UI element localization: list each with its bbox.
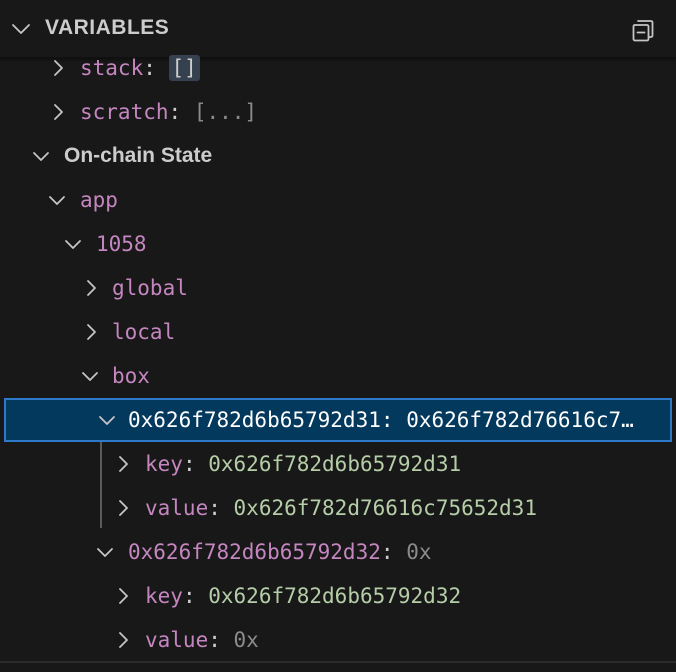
tree-item-scratch[interactable]: scratch: [...]	[0, 90, 676, 134]
variable-name: app	[80, 188, 118, 212]
tree-item-stack[interactable]: stack: []	[0, 46, 676, 90]
tree-item-app[interactable]: app	[0, 178, 676, 222]
colon: :	[208, 496, 221, 520]
variable-name: box	[112, 364, 150, 388]
variable-value: [...]	[193, 100, 258, 124]
collapse-all-icon[interactable]	[630, 17, 656, 43]
tree-item-onchain-state[interactable]: On-chain State	[0, 134, 676, 178]
colon: :	[380, 408, 394, 432]
chevron-down-icon[interactable]	[10, 18, 32, 40]
chevron-right-icon[interactable]	[80, 277, 102, 299]
variable-name: scratch	[80, 100, 169, 124]
tree-item-label: key: 0x626f782d6b65792d32	[145, 583, 461, 609]
tree-item-label: key: 0x626f782d6b65792d31	[145, 451, 461, 477]
chevron-right-icon[interactable]	[80, 321, 102, 343]
variable-name: value	[145, 496, 209, 520]
variable-value: 0x626f782d6b65792d32	[208, 584, 462, 608]
box-key-name: 0x626f782d6b65792d31	[128, 408, 381, 432]
tree-item-local[interactable]: local	[0, 310, 676, 354]
tree-item-box1-key[interactable]: key: 0x626f782d6b65792d31	[0, 442, 676, 486]
variable-name: stack	[80, 56, 144, 80]
variable-name: value	[145, 628, 209, 652]
tree-item-box-entry-2[interactable]: 0x626f782d6b65792d32: 0x	[0, 530, 676, 574]
chevron-right-icon[interactable]	[112, 497, 134, 519]
chevron-right-icon[interactable]	[47, 57, 69, 79]
chevron-down-icon[interactable]	[94, 541, 116, 563]
variable-name: 1058	[96, 232, 147, 256]
tree-item-box1-value[interactable]: value: 0x626f782d76616c75652d31	[0, 486, 676, 530]
tree-item-label: value: 0x626f782d76616c75652d31	[145, 495, 537, 521]
colon: :	[168, 100, 182, 124]
variable-value: 0x626f782d76616c75652d31	[233, 496, 537, 520]
panel-divider	[0, 661, 676, 663]
variable-name: key	[145, 584, 183, 608]
tree-item-global[interactable]: global	[0, 266, 676, 310]
variable-name: global	[112, 276, 188, 300]
variable-value: 0x	[233, 628, 259, 652]
section-title: VARIABLES	[45, 16, 170, 39]
chevron-down-icon[interactable]	[46, 189, 68, 211]
chevron-down-icon[interactable]	[96, 409, 118, 431]
tree-item-box2-value[interactable]: value: 0x	[0, 618, 676, 662]
box-key-name: 0x626f782d6b65792d32	[128, 540, 381, 564]
chevron-right-icon[interactable]	[47, 101, 69, 123]
chevron-right-icon[interactable]	[112, 629, 134, 651]
tree-item-label: scratch: [...]	[80, 99, 257, 125]
tree-item-label: stack: []	[80, 55, 200, 81]
chevron-right-icon[interactable]	[112, 585, 134, 607]
variable-value: 0x626f782d6b65792d31	[208, 452, 462, 476]
chevron-down-icon[interactable]	[62, 233, 84, 255]
variable-value: []	[168, 55, 200, 81]
colon: :	[182, 584, 196, 608]
box-value: 0x	[406, 540, 432, 564]
chevron-down-icon[interactable]	[30, 145, 52, 167]
variables-panel: VARIABLES stack: [] scratch: [...] On-ch…	[0, 0, 676, 672]
colon: :	[380, 540, 394, 564]
tree-item-app-1058[interactable]: 1058	[0, 222, 676, 266]
tree-item-label: 0x626f782d6b65792d32: 0x	[128, 539, 431, 565]
box-value: 0x626f782d76616c7…	[406, 408, 634, 432]
variable-name: key	[145, 452, 183, 476]
variable-name: local	[112, 320, 176, 344]
chevron-right-icon[interactable]	[112, 453, 134, 475]
chevron-down-icon[interactable]	[79, 365, 101, 387]
tree-item-label: 0x626f782d6b65792d31: 0x626f782d76616c7…	[128, 407, 662, 433]
colon: :	[143, 56, 156, 80]
tree-item-box[interactable]: box	[0, 354, 676, 398]
colon: :	[182, 452, 196, 476]
scope-label: On-chain State	[64, 144, 213, 167]
tree-item-box-entry-1[interactable]: 0x626f782d6b65792d31: 0x626f782d76616c7…	[4, 398, 672, 442]
tree-item-label: value: 0x	[145, 627, 259, 653]
tree-item-box2-key[interactable]: key: 0x626f782d6b65792d32	[0, 574, 676, 618]
colon: :	[208, 628, 221, 652]
